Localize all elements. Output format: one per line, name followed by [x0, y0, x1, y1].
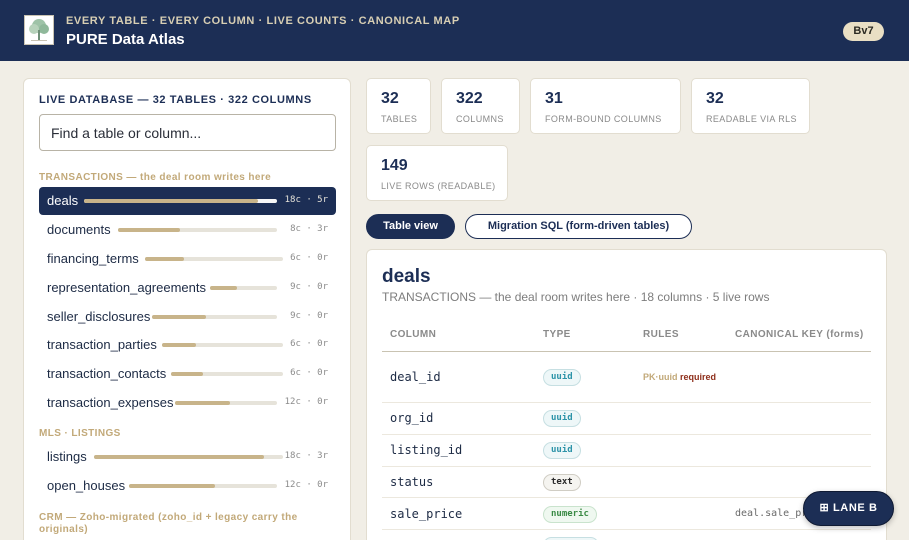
column-count-bar	[152, 315, 277, 319]
column-count-bar	[84, 199, 277, 203]
grid-icon: ⊞	[819, 502, 830, 514]
table-meta: 9c · 0r	[290, 282, 328, 292]
detail-title: deals	[382, 266, 431, 287]
type-badge: uuid	[543, 410, 581, 427]
sidebar-item-transaction-expenses[interactable]: transaction_expenses 12c · 0r	[39, 389, 336, 417]
row-divider	[382, 529, 871, 530]
sidebar-item-listings[interactable]: listings 18c · 3r	[39, 443, 336, 471]
type-badge: uuid	[543, 369, 581, 386]
row-divider	[382, 434, 871, 435]
stat-value: 31	[545, 90, 563, 107]
column-name: listing_id	[390, 443, 463, 457]
table-meta: 18c · 5r	[284, 195, 328, 205]
stat-tables: 32 TABLES	[366, 78, 431, 134]
tab-migration-sql[interactable]: Migration SQL (form-driven tables)	[465, 214, 692, 239]
table-name: deals	[47, 193, 79, 208]
column-header-canonical-key: CANONICAL KEY (forms)	[735, 329, 864, 340]
sidebar-item-seller-disclosures[interactable]: seller_disclosures 9c · 0r	[39, 303, 336, 331]
type-badge: text	[543, 474, 581, 491]
stat-label: COLUMNS	[456, 114, 504, 124]
stat-form-bound-columns: 31 FORM-BOUND COLUMNS	[530, 78, 681, 134]
table-name: transaction_contacts	[47, 366, 167, 381]
column-header-column: COLUMN	[390, 329, 437, 340]
table-meta: 6c · 0r	[290, 339, 328, 349]
sidebar-item-deals[interactable]: deals 18c · 5r	[39, 187, 336, 215]
column-count-bar	[210, 286, 277, 290]
column-name: sale_price	[390, 507, 463, 521]
stat-label: LIVE ROWS (READABLE)	[381, 181, 496, 191]
detail-subtitle: TRANSACTIONS — the deal room writes here…	[382, 290, 770, 304]
stat-value: 149	[381, 157, 408, 174]
sidebar-title: LIVE DATABASE — 32 TABLES · 322 COLUMNS	[39, 94, 312, 106]
sidebar-item-transaction-contacts[interactable]: transaction_contacts 6c · 0r	[39, 360, 336, 388]
column-name: status	[390, 475, 434, 489]
type-badge: numeric	[543, 506, 597, 523]
rule-required: required	[680, 372, 717, 382]
app-header: EVERY TABLE · EVERY COLUMN · LIVE COUNTS…	[0, 0, 909, 61]
table-meta: 9c · 0r	[290, 311, 328, 321]
column-count-bar	[145, 257, 283, 261]
stat-readable-via-rls: 32 READABLE VIA RLS	[691, 78, 810, 134]
table-name: financing_terms	[47, 251, 139, 266]
lane-b-button[interactable]: ⊞ LANE B	[803, 491, 894, 526]
column-name: org_id	[390, 411, 434, 425]
stat-label: READABLE VIA RLS	[706, 114, 797, 124]
header-eyebrow: EVERY TABLE · EVERY COLUMN · LIVE COUNTS…	[66, 15, 460, 27]
column-count-bar	[129, 484, 277, 488]
column-count-bar	[94, 455, 283, 459]
row-divider	[382, 466, 871, 467]
stat-value: 32	[706, 90, 724, 107]
group-label-transactions: TRANSACTIONS — the deal room writes here	[39, 172, 272, 183]
stat-label: FORM-BOUND COLUMNS	[545, 114, 662, 124]
row-divider	[382, 402, 871, 403]
table-name: transaction_expenses	[47, 395, 174, 410]
column-name: deal_id	[390, 370, 441, 384]
stat-live-rows: 149 LIVE ROWS (READABLE)	[366, 145, 508, 201]
table-name: representation_agreements	[47, 280, 206, 295]
column-header-type: TYPE	[543, 329, 571, 340]
app-title: PURE Data Atlas	[66, 31, 185, 48]
sidebar-item-representation-agreements[interactable]: representation_agreements 9c · 0r	[39, 274, 336, 302]
column-count-bar	[162, 343, 283, 347]
column-header-rules: RULES	[643, 329, 679, 340]
lane-label: LANE B	[832, 502, 878, 514]
column-count-bar	[175, 401, 277, 405]
table-name: documents	[47, 222, 111, 237]
header-divider	[382, 351, 871, 352]
group-label-mls: MLS · LISTINGS	[39, 428, 121, 439]
group-label-crm: CRM — Zoho-migrated (zoho_id + legacy ca…	[39, 512, 298, 535]
table-meta: 12c · 0r	[284, 397, 328, 407]
stat-label: TABLES	[381, 114, 418, 124]
column-count-bar	[118, 228, 277, 232]
tab-table-view[interactable]: Table view	[366, 214, 455, 239]
table-meta: 8c · 3r	[290, 224, 328, 234]
stat-value: 32	[381, 90, 399, 107]
table-meta: 18c · 3r	[284, 451, 328, 461]
table-meta: 12c · 0r	[284, 480, 328, 490]
search-input[interactable]	[39, 114, 336, 151]
sidebar-item-open-houses[interactable]: open_houses 12c · 0r	[39, 472, 336, 500]
sidebar-item-transaction-parties[interactable]: transaction_parties 6c · 0r	[39, 331, 336, 359]
table-meta: 6c · 0r	[290, 368, 328, 378]
stat-columns: 322 COLUMNS	[441, 78, 520, 134]
sidebar-item-documents[interactable]: documents 8c · 3r	[39, 216, 336, 244]
table-meta: 6c · 0r	[290, 253, 328, 263]
rule-tags: PK·uuid required	[643, 372, 716, 382]
table-name: open_houses	[47, 478, 126, 493]
stat-value: 322	[456, 90, 483, 107]
table-name: listings	[47, 449, 87, 464]
column-count-bar	[171, 372, 283, 376]
rule-pk: PK·uuid	[643, 372, 678, 382]
row-divider	[382, 497, 871, 498]
table-sidebar: LIVE DATABASE — 32 TABLES · 322 COLUMNS …	[23, 78, 351, 540]
type-badge: uuid	[543, 442, 581, 459]
version-badge: Bv7	[843, 22, 884, 41]
table-name: transaction_parties	[47, 337, 157, 352]
table-name: seller_disclosures	[47, 309, 151, 324]
tree-logo-icon	[24, 15, 54, 45]
sidebar-item-financing-terms[interactable]: financing_terms 6c · 0r	[39, 245, 336, 273]
